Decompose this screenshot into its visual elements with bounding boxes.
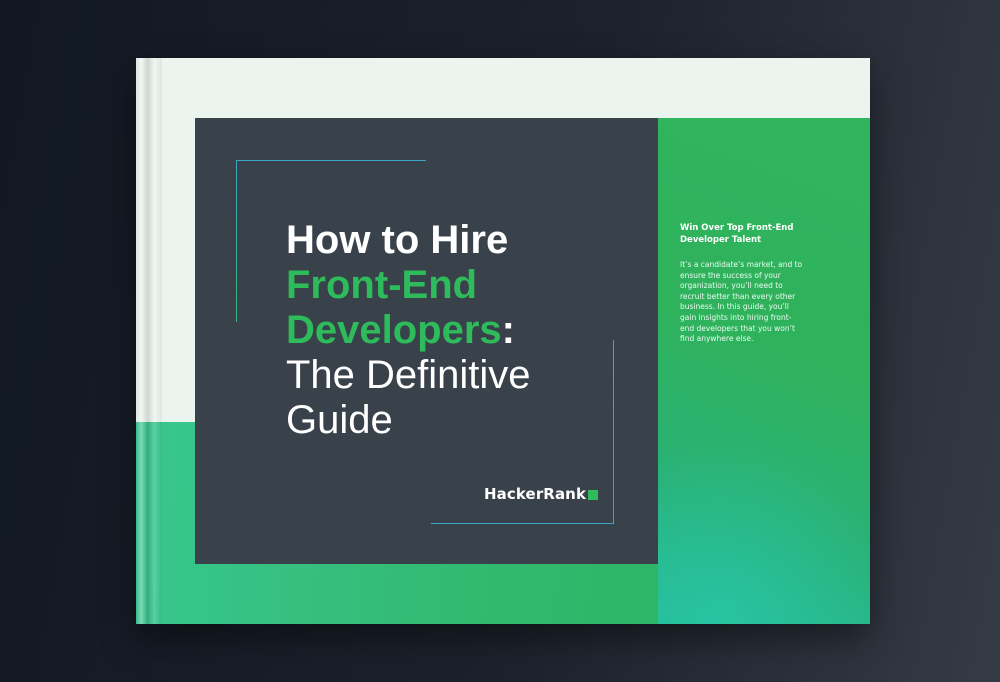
frame-line-bottom <box>431 523 614 524</box>
side-body: It’s a candidate’s market, and to ensure… <box>680 260 803 344</box>
frame-line-top <box>236 160 426 161</box>
title-line-3: Developers <box>286 308 502 352</box>
title-panel: How to Hire Front-End Developers: The De… <box>195 118 658 564</box>
side-heading: Win Over Top Front-End Developer Talent <box>680 223 794 245</box>
cover-side-panel: Win Over Top Front-End Developer Talent … <box>658 118 870 624</box>
title-line-2: Front-End <box>286 263 478 307</box>
side-blurb: Win Over Top Front-End Developer Talent … <box>680 222 805 345</box>
frame-line-left <box>236 160 237 322</box>
logo-square-icon <box>588 489 599 500</box>
ebook-cover: Win Over Top Front-End Developer Talent … <box>136 58 870 624</box>
title-line-3-wrap: Developers: <box>286 308 616 353</box>
title-colon: : <box>501 308 515 352</box>
cover-title: How to Hire Front-End Developers: The De… <box>286 218 616 443</box>
hackerrank-logo: HackerRank <box>484 485 599 503</box>
book-spine <box>136 58 162 624</box>
logo-text: HackerRank <box>484 485 587 503</box>
title-line-5: Guide <box>286 398 393 442</box>
title-line-4: The Definitive <box>286 353 531 397</box>
title-line-1: How to Hire <box>286 218 509 262</box>
